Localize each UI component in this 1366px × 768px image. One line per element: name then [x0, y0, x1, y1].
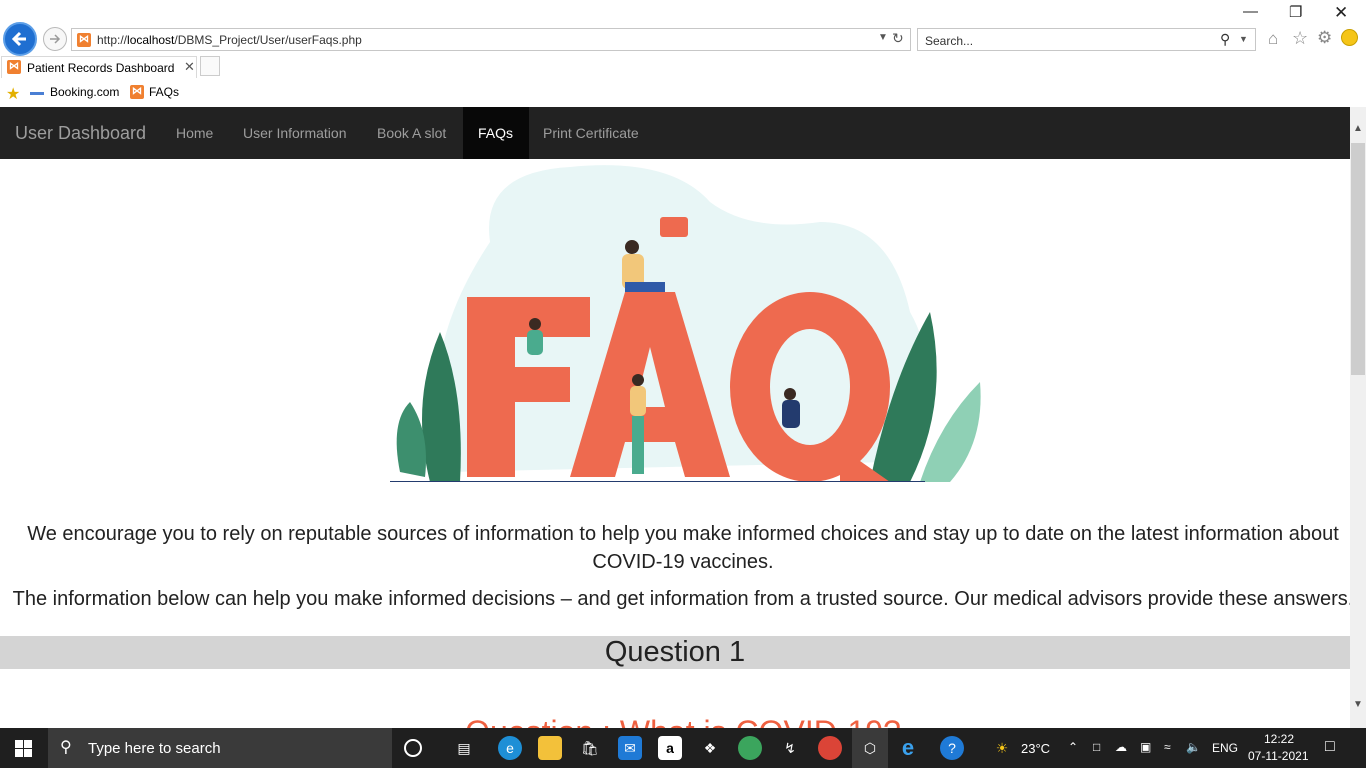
minimize-icon[interactable]: —: [1243, 3, 1258, 20]
weather-icon[interactable]: ☀: [990, 736, 1014, 760]
notifications-icon[interactable]: □: [1325, 738, 1335, 756]
search-icon[interactable]: ⚲: [1220, 31, 1230, 48]
language-indicator[interactable]: ENG: [1212, 741, 1238, 755]
favorite-booking[interactable]: Booking.com: [50, 85, 119, 99]
help-icon[interactable]: ?: [940, 736, 964, 760]
tab-title: Patient Records Dashboard: [27, 61, 175, 75]
windows-start-icon[interactable]: [15, 740, 32, 757]
taskbar-search-icon: ⚲: [60, 739, 72, 756]
chrome-profile-icon[interactable]: [818, 736, 842, 760]
cortana-icon[interactable]: [404, 739, 422, 757]
close-window-icon[interactable]: ✕: [1334, 3, 1348, 23]
url-text: http://localhost/DBMS_Project/User/userF…: [97, 33, 362, 47]
taskbar-search-placeholder: Type here to search: [88, 740, 221, 757]
wifi-icon[interactable]: ≈: [1164, 740, 1171, 754]
favorites-star-icon[interactable]: ☆: [1292, 28, 1308, 49]
xampp-icon: ⋈: [77, 33, 91, 47]
clock-time[interactable]: 12:22: [1264, 732, 1294, 746]
tray-display-icon[interactable]: ▣: [1140, 740, 1151, 754]
task-view-icon[interactable]: ▤: [452, 736, 476, 760]
favorite-faqs[interactable]: FAQs: [149, 85, 179, 99]
store-icon[interactable]: 🛍: [578, 736, 602, 760]
volume-icon[interactable]: 🔈: [1186, 740, 1201, 754]
mail-icon[interactable]: ✉: [618, 736, 642, 760]
back-arrow-icon: [11, 31, 26, 47]
browser-tab[interactable]: ⋈ Patient Records Dashboard ✕: [1, 56, 197, 78]
refresh-icon[interactable]: ↻: [892, 30, 904, 47]
tray-chevron-icon[interactable]: ⌃: [1068, 740, 1078, 754]
virtualbox-icon[interactable]: ⬡: [852, 728, 888, 768]
smiley-feedback-icon[interactable]: [1341, 29, 1358, 46]
top-navbar: User Dashboard Home User Information Boo…: [0, 107, 1350, 159]
search-placeholder: Search...: [925, 34, 974, 48]
chrome-icon[interactable]: [738, 736, 762, 760]
browser-chrome: — ❐ ✕ ⋈ http://localhost/DBMS_Project/Us…: [0, 0, 1366, 108]
new-tab-button[interactable]: [200, 56, 220, 76]
settings-gear-icon[interactable]: ⚙: [1317, 28, 1332, 48]
intro-paragraph-1: We encourage you to rely on reputable so…: [27, 523, 1339, 573]
scrollbar-thumb[interactable]: [1351, 143, 1365, 375]
faq-illustration: [390, 165, 981, 482]
scroll-down-icon[interactable]: ▼: [1353, 699, 1363, 710]
internet-explorer-icon[interactable]: e: [894, 735, 922, 760]
browser-search-input[interactable]: Search... ⚲ ▼: [917, 28, 1256, 51]
nav-faqs[interactable]: FAQs: [463, 107, 529, 159]
forward-arrow-icon: [50, 34, 61, 44]
xampp-fav-icon: ⋈: [130, 85, 144, 99]
weather-temp[interactable]: 23°C: [1021, 741, 1050, 756]
back-button[interactable]: [3, 22, 37, 56]
xampp-tab-icon: ⋈: [7, 60, 21, 74]
page-content: User Dashboard Home User Information Boo…: [0, 107, 1350, 728]
file-explorer-icon[interactable]: [538, 736, 562, 760]
search-dropdown-icon[interactable]: ▼: [1239, 34, 1248, 44]
favorites-add-icon[interactable]: ★: [6, 84, 20, 104]
bolt-app-icon[interactable]: ↯: [778, 736, 802, 760]
intro-paragraph-2: The information below can help you make …: [12, 588, 1350, 610]
nav-book-a-slot[interactable]: Book A slot: [362, 107, 461, 159]
dropdown-icon[interactable]: ▼: [878, 32, 888, 43]
navbar-brand[interactable]: User Dashboard: [15, 123, 146, 144]
dropbox-icon[interactable]: ❖: [698, 736, 722, 760]
edge-icon[interactable]: e: [498, 736, 522, 760]
restore-icon[interactable]: ❐: [1289, 3, 1302, 21]
home-icon[interactable]: ⌂: [1268, 29, 1278, 49]
nav-user-information[interactable]: User Information: [228, 107, 361, 159]
tray-cloud-icon[interactable]: ☁: [1115, 740, 1127, 754]
favorites-bar: ★ Booking.com ⋈ FAQs: [0, 80, 1366, 107]
nav-print-certificate[interactable]: Print Certificate: [528, 107, 654, 159]
clock-date[interactable]: 07-11-2021: [1248, 749, 1309, 763]
address-bar[interactable]: ⋈ http://localhost/DBMS_Project/User/use…: [71, 28, 911, 51]
windows-taskbar: ⚲ Type here to search ▤ e 🛍 ✉ a ❖ ↯ ⬡ e …: [0, 728, 1366, 768]
page-scrollbar[interactable]: ▲ ▼: [1350, 107, 1366, 728]
question-text: Question : What is COVID-19?: [0, 714, 1350, 728]
tray-device-icon[interactable]: □: [1093, 740, 1100, 754]
nav-home[interactable]: Home: [161, 107, 228, 159]
booking-icon: [30, 92, 44, 95]
amazon-icon[interactable]: a: [658, 736, 682, 760]
tab-close-icon[interactable]: ✕: [184, 59, 195, 75]
taskbar-search-box[interactable]: ⚲ Type here to search: [48, 728, 392, 768]
question-header: Question 1: [0, 636, 1350, 669]
forward-button[interactable]: [43, 27, 67, 51]
scroll-up-icon[interactable]: ▲: [1353, 123, 1363, 134]
